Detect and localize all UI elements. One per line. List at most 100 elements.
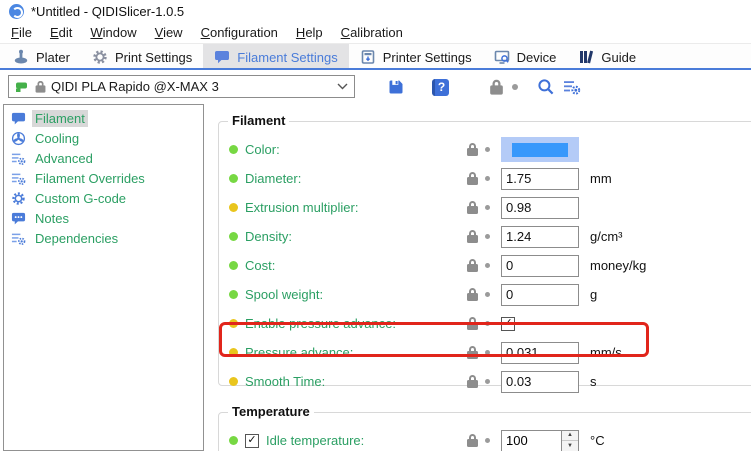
spin-down-button[interactable]: ▼: [562, 441, 578, 451]
question-icon: ?: [432, 79, 449, 96]
gear-icon: [92, 49, 108, 65]
menu-calibration[interactable]: Calibration: [332, 22, 412, 43]
setting-label: Density:: [245, 229, 292, 244]
modified-bullet: [229, 261, 238, 270]
revert-dot: [485, 263, 490, 268]
tab-label: Guide: [601, 50, 636, 65]
tab-filament-settings[interactable]: Filament Settings: [203, 44, 348, 70]
gear-icon: [11, 191, 26, 206]
setting-label: Smooth Time:: [245, 374, 325, 389]
lock-icon[interactable]: [467, 264, 478, 272]
qidislicer-window: *Untitled - QIDISlicer-1.0.5 File Edit W…: [0, 0, 751, 451]
pressure-advance-input[interactable]: [501, 342, 579, 364]
color-swatch[interactable]: [501, 137, 579, 162]
lock-icon[interactable]: [467, 439, 478, 447]
color-swatch-value: [512, 143, 568, 157]
list-gear-icon: [11, 171, 26, 186]
revert-dot: [485, 176, 490, 181]
save-preset-button[interactable]: [386, 77, 406, 97]
lock-icon: [490, 85, 503, 94]
lock-icon[interactable]: [467, 148, 478, 156]
lock-icon[interactable]: [467, 380, 478, 388]
setting-row-smooth-time: Smooth Time: s: [219, 367, 751, 396]
check-mark: ✓: [247, 435, 256, 446]
extrusion-multiplier-input[interactable]: [501, 197, 579, 219]
preset-toolbar: QIDI PLA Rapido @X-MAX 3 ?: [0, 70, 751, 104]
preset-name: QIDI PLA Rapido @X-MAX 3: [51, 79, 332, 94]
menu-window[interactable]: Window: [81, 22, 145, 43]
sidebar-item-cooling[interactable]: Cooling: [4, 128, 203, 148]
sidebar-item-dependencies[interactable]: Dependencies: [4, 228, 203, 248]
idle-temperature-input[interactable]: [502, 431, 561, 451]
idle-temperature-checkbox[interactable]: ✓: [245, 434, 259, 448]
sidebar-item-filament[interactable]: Filament: [4, 108, 203, 128]
setting-row-extrusion-multiplier: Extrusion multiplier:: [219, 193, 751, 222]
tab-label: Print Settings: [115, 50, 192, 65]
enable-pressure-advance-checkbox[interactable]: ✓: [501, 317, 515, 331]
menu-help[interactable]: Help: [287, 22, 332, 43]
chevron-down-icon: [337, 83, 348, 90]
menu-edit[interactable]: Edit: [41, 22, 81, 43]
tab-plater[interactable]: Plater: [2, 44, 81, 70]
menu-configuration[interactable]: Configuration: [192, 22, 287, 43]
spool-weight-input[interactable]: [501, 284, 579, 306]
tab-guide[interactable]: Guide: [567, 44, 647, 70]
lock-icon[interactable]: [467, 293, 478, 301]
diameter-input[interactable]: [501, 168, 579, 190]
sidebar-item-custom-gcode[interactable]: Custom G-code: [4, 188, 203, 208]
filament-icon: [11, 111, 26, 126]
list-gear-icon: [11, 231, 26, 246]
setting-label: Pressure advance:: [245, 345, 353, 360]
menu-view[interactable]: View: [146, 22, 192, 43]
cost-input[interactable]: [501, 255, 579, 277]
printer-icon: [360, 49, 376, 65]
window-title: *Untitled - QIDISlicer-1.0.5: [31, 4, 184, 19]
setting-label: Enable pressure advance:: [245, 316, 396, 331]
search-settings-button[interactable]: [562, 77, 582, 97]
spin-up-button[interactable]: ▲: [562, 431, 578, 442]
search-button[interactable]: [536, 77, 556, 97]
tab-print-settings[interactable]: Print Settings: [81, 44, 203, 70]
lock-icon[interactable]: [467, 177, 478, 185]
smooth-time-input[interactable]: [501, 371, 579, 393]
modified-bullet: [229, 377, 238, 386]
unit-label: s: [585, 374, 751, 389]
sidebar-item-label: Filament Overrides: [32, 170, 148, 187]
setting-row-pressure-advance: Pressure advance: mm/s: [219, 338, 751, 367]
modified-bullet: [229, 174, 238, 183]
modified-bullet: [229, 232, 238, 241]
revert-dot: [485, 321, 490, 326]
lock-toggle-button[interactable]: [486, 77, 506, 97]
sidebar-item-notes[interactable]: Notes: [4, 208, 203, 228]
modified-bullet: [229, 319, 238, 328]
sidebar-item-label: Advanced: [32, 150, 96, 167]
setting-label: Color:: [245, 142, 280, 157]
sidebar-item-advanced[interactable]: Advanced: [4, 148, 203, 168]
revert-dot: [485, 292, 490, 297]
filament-preset-combobox[interactable]: QIDI PLA Rapido @X-MAX 3: [8, 75, 355, 98]
tab-device[interactable]: Device: [483, 44, 568, 70]
density-input[interactable]: [501, 226, 579, 248]
lock-icon[interactable]: [467, 351, 478, 359]
list-gear-icon: [563, 78, 581, 96]
sidebar-item-filament-overrides[interactable]: Filament Overrides: [4, 168, 203, 188]
title-bar: *Untitled - QIDISlicer-1.0.5: [0, 0, 751, 22]
setting-label: Extrusion multiplier:: [245, 200, 358, 215]
main-tab-bar: Plater Print Settings Filament Settings …: [0, 43, 751, 70]
help-wiki-button[interactable]: ?: [430, 77, 450, 97]
modified-bullet: [229, 436, 238, 445]
lock-icon[interactable]: [467, 235, 478, 243]
revert-dot: [485, 147, 490, 152]
temperature-groupbox: Temperature ✓ Idle temperature: ▲ ▼ °C: [218, 412, 751, 451]
tab-printer-settings[interactable]: Printer Settings: [349, 44, 483, 70]
modified-bullet: [229, 348, 238, 357]
save-icon: [387, 78, 405, 96]
menu-file[interactable]: File: [2, 22, 41, 43]
sidebar-item-label: Custom G-code: [32, 190, 129, 207]
preset-lock-icon: [36, 85, 46, 92]
filament-preset-icon: [15, 80, 30, 94]
revert-dot: [485, 379, 490, 384]
setting-row-color: Color:: [219, 135, 751, 164]
lock-icon[interactable]: [467, 322, 478, 330]
lock-icon[interactable]: [467, 206, 478, 214]
